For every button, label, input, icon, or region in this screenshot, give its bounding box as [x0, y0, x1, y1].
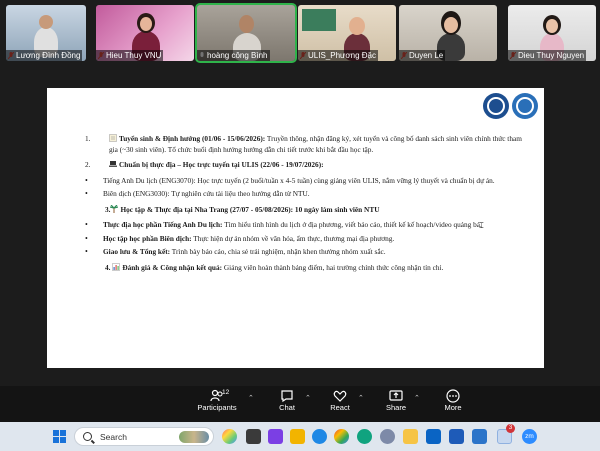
edge-icon[interactable] — [312, 429, 327, 444]
participant-tile[interactable]: Hieu Thuy VNU — [96, 5, 194, 61]
participant-name: hoàng công Bình — [197, 50, 270, 61]
chatgpt-icon[interactable] — [357, 429, 372, 444]
bar-chart-icon — [112, 262, 121, 271]
memo-icon — [109, 134, 117, 142]
share-chevron-up-icon[interactable]: ⌃ — [414, 394, 420, 402]
chrome-icon[interactable] — [334, 429, 349, 444]
more-button[interactable]: More — [428, 389, 478, 421]
sub-bullet-text: Tìm hiểu tình hình du lịch ở địa phương,… — [222, 220, 482, 229]
teams-app-icon[interactable] — [268, 429, 283, 444]
file-explorer-icon[interactable] — [403, 429, 418, 444]
participant-tile[interactable]: ULIS_Phương Đặc — [298, 5, 396, 61]
participants-count: 12 — [222, 389, 230, 396]
sub-bullet-text: Thực hiện dự án nhóm về văn hóa, ẩm thực… — [191, 233, 395, 243]
meeting-toolbar: 12 Participants ⌃ Chat ⌃ React ⌃ Share ⌃… — [0, 386, 600, 422]
sub-bullet: • Giao lưu & Tổng kết: Trình bày báo cáo… — [85, 247, 525, 258]
zoom-meeting-window: Lương Đình Đồng Hieu Thuy VNU hoàng công… — [0, 0, 600, 451]
sub-bullet: • Tiếng Anh Du lịch (ENG3070): Học trực … — [85, 176, 525, 187]
chat-label: Chat — [279, 403, 295, 412]
participant-name: ULIS_Phương Đặc — [298, 50, 378, 61]
participant-tile[interactable]: Duyen Le — [399, 5, 497, 61]
item-text: Giảng viên hoàn thành bảng điểm, hai trư… — [222, 262, 444, 272]
more-icon — [446, 389, 460, 403]
chat-chevron-up-icon[interactable]: ⌃ — [305, 394, 311, 402]
item-number: 2. — [85, 160, 91, 169]
search-icon — [83, 432, 92, 441]
notification-badge: 3 — [506, 424, 515, 433]
sub-bullet-label: Học tập học phần Biên dịch: — [103, 233, 192, 243]
sub-bullet: • Học tập học phần Biên dịch: Thực hiện … — [85, 234, 525, 245]
item-title: Đánh giá & Công nhận kết quả: — [122, 262, 223, 272]
more-label: More — [444, 403, 462, 412]
chat-icon — [281, 390, 293, 403]
bullet-icon: • — [85, 247, 88, 256]
react-label: React — [330, 403, 350, 412]
participants-button[interactable]: 12 Participants — [192, 389, 242, 421]
bullet-icon: • — [85, 233, 88, 243]
item-number: 1. — [85, 134, 91, 143]
profile-app-icon[interactable] — [380, 429, 395, 444]
sub-bullet: • Thực địa học phần Tiếng Anh Du lịch: T… — [85, 220, 525, 231]
slide-item: 1. Tuyển sinh & Định hướng (01/06 - 15/0… — [85, 134, 525, 155]
share-label: Share — [385, 403, 406, 412]
word-icon[interactable] — [449, 429, 464, 444]
taskbar-search-box[interactable]: Search — [74, 427, 214, 446]
participants-label: Participants — [197, 403, 237, 412]
slide-content: 1. Tuyển sinh & Định hướng (01/06 - 15/0… — [85, 134, 525, 278]
heart-icon — [333, 390, 347, 402]
text-cursor-icon: ⌶ — [479, 221, 484, 230]
sub-bullet-text: Tiếng Anh Du lịch (ENG3070): Học trực tu… — [103, 175, 495, 185]
sub-bullet-text: Biên dịch (ENG3030): Tự nghiên cứu tài l… — [103, 189, 310, 198]
windows-taskbar: Search 3 zm — [0, 422, 600, 451]
participant-name: Lương Đình Đồng — [6, 50, 83, 61]
sub-bullet-label: Giao lưu & Tổng kết: — [103, 247, 171, 256]
zoom-taskbar-icon[interactable] — [472, 429, 487, 444]
participant-tile-active-speaker[interactable]: hoàng công Bình — [195, 3, 297, 63]
participant-name: Duyen Le — [399, 50, 446, 61]
item-title: Học tập & Thực địa tại Nha Trang (27/07 … — [120, 204, 380, 214]
bullet-icon: • — [85, 175, 88, 185]
bullet-icon: • — [85, 220, 88, 229]
participant-tile[interactable]: Lương Đình Đồng — [6, 5, 86, 61]
participant-tile[interactable]: Dieu Thuy Nguyen — [508, 5, 596, 61]
search-highlight-image — [179, 431, 209, 443]
bullet-icon: • — [85, 189, 88, 198]
shared-slide: 1. Tuyển sinh & Định hướng (01/06 - 15/0… — [47, 88, 544, 368]
task-view-icon[interactable] — [246, 429, 261, 444]
slide-item: 4. Đánh giá & Công nhận kết quả: Giảng v… — [85, 263, 525, 274]
ulis-logo — [483, 93, 509, 119]
zoom-app-icon[interactable]: zm — [522, 429, 537, 444]
slide-item: 3. Học tập & Thực địa tại Nha Trang (27/0… — [85, 204, 525, 258]
search-placeholder: Search — [100, 432, 127, 442]
outlook-icon[interactable] — [426, 429, 441, 444]
participant-name: Hieu Thuy VNU — [96, 50, 164, 61]
ntu-logo — [512, 93, 538, 119]
slide-logos — [483, 93, 538, 121]
item-number: 4. — [105, 262, 111, 272]
participant-name: Dieu Thuy Nguyen — [508, 50, 587, 61]
participants-chevron-up-icon[interactable]: ⌃ — [248, 394, 254, 402]
share-screen-icon — [389, 390, 403, 401]
windows-start-icon[interactable] — [53, 430, 66, 443]
sub-bullet: • Biên dịch (ENG3030): Tự nghiên cứu tài… — [85, 189, 525, 200]
laptop-icon — [109, 161, 117, 167]
palm-tree-icon — [110, 204, 119, 213]
sub-bullet-text: Trình bày báo cáo, chia sẻ trải nghiệm, … — [170, 247, 386, 256]
slide-item: 2. Chuẩn bị thực địa – Học trực tuyến tạ… — [85, 160, 525, 200]
item-title: Chuẩn bị thực địa – Học trực tuyến tại U… — [119, 160, 324, 169]
react-chevron-up-icon[interactable]: ⌃ — [358, 394, 364, 402]
participant-strip: Lương Đình Đồng Hieu Thuy VNU hoàng công… — [0, 0, 600, 66]
item-title: Tuyển sinh & Định hướng (01/06 - 15/06/2… — [119, 134, 266, 143]
sub-bullet-label: Thực địa học phần Tiếng Anh Du lịch: — [103, 220, 223, 229]
sticky-app-icon[interactable] — [290, 429, 305, 444]
copilot-icon[interactable] — [222, 429, 237, 444]
